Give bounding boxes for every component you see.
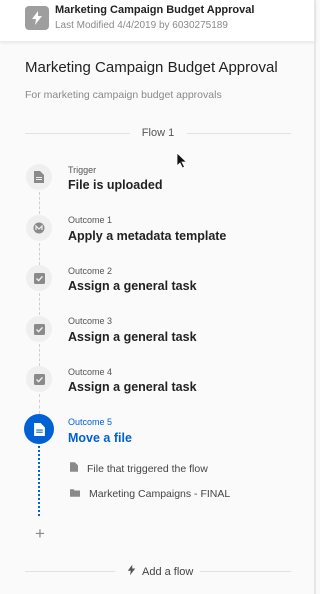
detail-row: File that triggered the flow	[70, 462, 208, 475]
connector	[39, 293, 40, 315]
step-kicker: Outcome 1	[68, 215, 113, 225]
add-flow-label: Add a flow	[142, 565, 194, 578]
step-name[interactable]: File is uploaded	[68, 178, 162, 192]
flow-divider-right	[187, 133, 291, 134]
step-checkbox-icon[interactable]	[26, 265, 52, 291]
panel-edge	[314, 0, 316, 594]
lightning-icon	[25, 6, 49, 30]
active-connector	[38, 446, 40, 516]
last-modified-text: Last Modified 4/4/2019 by 6030275189	[55, 20, 228, 31]
file-icon	[70, 462, 78, 475]
app-header: Marketing Campaign Budget Approval Last …	[0, 0, 316, 42]
add-step-button[interactable]: +	[31, 524, 49, 542]
add-flow-button[interactable]: Add a flow	[127, 564, 193, 579]
step-name[interactable]: Apply a metadata template	[68, 229, 226, 243]
step-kicker: Trigger	[68, 165, 97, 175]
step-file-icon-active[interactable]	[24, 414, 54, 444]
step-checkbox-icon[interactable]	[26, 316, 52, 342]
step-name[interactable]: Assign a general task	[68, 380, 197, 394]
step-name[interactable]: Assign a general task	[68, 279, 197, 293]
connector	[39, 192, 40, 214]
step-kicker: Outcome 2	[68, 266, 113, 276]
step-kicker-active: Outcome 5	[68, 417, 113, 427]
detail-text: Marketing Campaigns - FINAL	[89, 488, 231, 500]
connector	[39, 243, 40, 265]
mouse-cursor	[176, 152, 188, 174]
header-title: Marketing Campaign Budget Approval	[55, 4, 255, 16]
step-kicker: Outcome 4	[68, 367, 113, 377]
step-metadata-icon[interactable]	[26, 215, 52, 241]
folder-icon	[70, 488, 80, 500]
step-name-active[interactable]: Move a file	[68, 431, 132, 445]
connector	[39, 344, 40, 366]
page-title: Marketing Campaign Budget Approval	[25, 59, 278, 76]
add-flow-divider-right	[200, 571, 291, 572]
detail-text: File that triggered the flow	[87, 462, 208, 475]
page-description: For marketing campaign budget approvals	[25, 89, 222, 101]
step-checkbox-icon[interactable]	[26, 366, 52, 392]
add-flow-divider-left	[25, 571, 115, 572]
connector	[39, 394, 40, 414]
detail-row: Marketing Campaigns - FINAL	[70, 488, 230, 500]
step-kicker: Outcome 3	[68, 316, 113, 326]
lightning-icon	[127, 564, 136, 579]
step-file-icon[interactable]	[26, 164, 52, 190]
step-name[interactable]: Assign a general task	[68, 330, 197, 344]
